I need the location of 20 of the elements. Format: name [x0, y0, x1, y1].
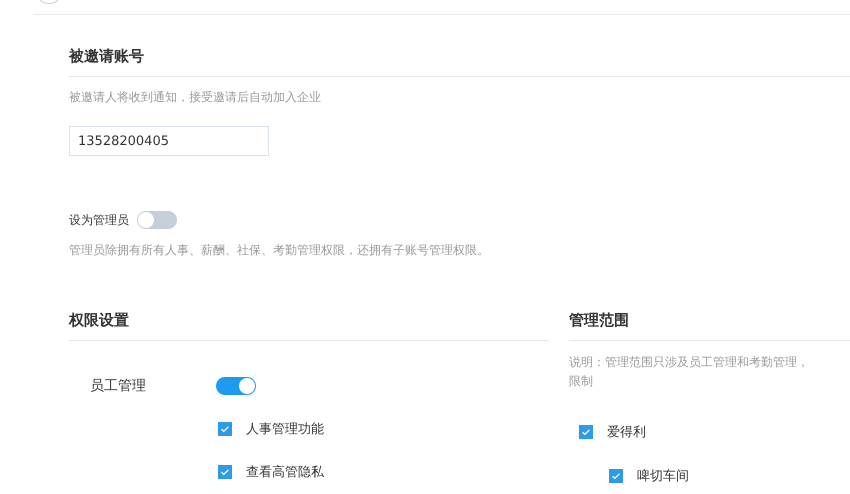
account-field[interactable]: 13528200405 — [69, 126, 269, 156]
note-text: 说明：管理范围只涉及员工管理和考勤管理， — [569, 354, 810, 371]
group-label: 员工管理 — [90, 377, 147, 395]
option-label: 爱得利 — [607, 424, 646, 441]
note-text: 限制 — [569, 373, 594, 390]
toggle-switch[interactable] — [137, 211, 177, 229]
admin-note: 管理员除拥有所有人事、薪酬、社保、考勤管理权限，还拥有子账号管理权限。 — [69, 242, 490, 258]
hint-text: 被邀请人将收到通知，接受邀请后自动加入企业 — [69, 89, 322, 105]
toggle-switch[interactable] — [216, 377, 256, 395]
checkbox[interactable] — [579, 425, 593, 439]
admin-label: 设为管理员 — [69, 212, 129, 228]
option-label: 查看高管隐私 — [246, 464, 324, 481]
option-label: 啤切车间 — [637, 468, 689, 485]
checkbox[interactable] — [609, 469, 623, 483]
section-title: 权限设置 — [69, 310, 549, 341]
section-title: 管理范围 — [569, 310, 850, 341]
checkbox[interactable] — [218, 465, 232, 479]
option-label: 人事管理功能 — [246, 421, 324, 438]
checkbox[interactable] — [218, 422, 232, 436]
section-title: 被邀请账号 — [69, 46, 850, 77]
